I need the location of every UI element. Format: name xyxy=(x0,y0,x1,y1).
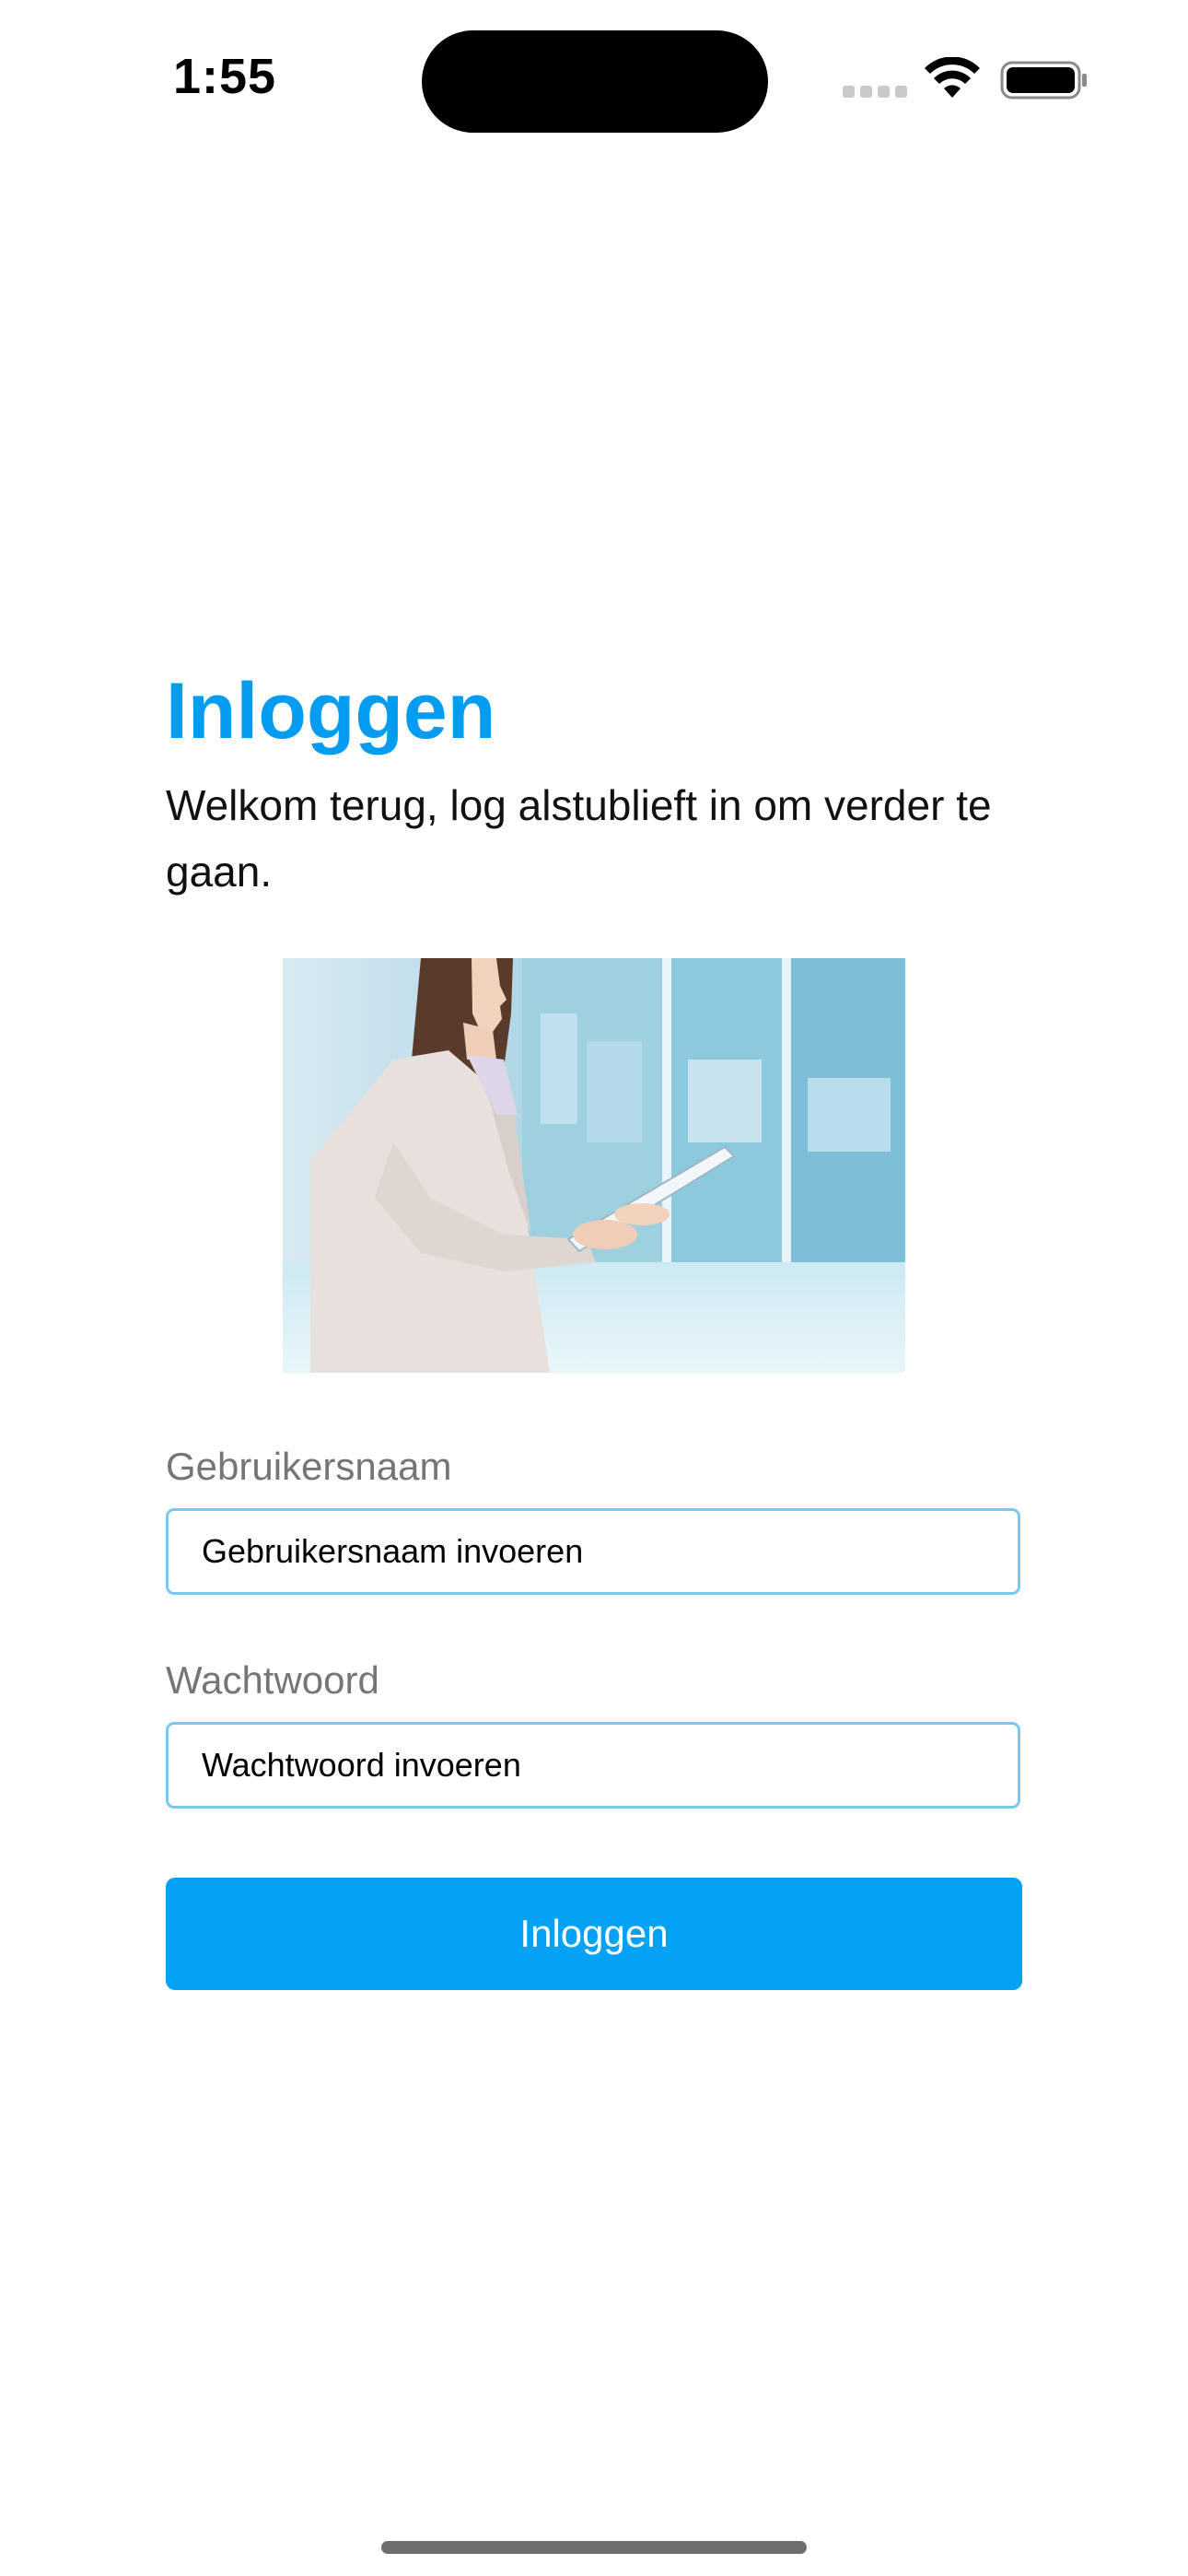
home-indicator[interactable] xyxy=(381,2541,807,2554)
welcome-subtitle: Welkom terug, log alstublieft in om verd… xyxy=(166,781,992,896)
cellular-signal-icon xyxy=(843,86,907,98)
wifi-icon xyxy=(925,57,980,98)
battery-icon xyxy=(1000,61,1087,100)
login-button[interactable]: Inloggen xyxy=(166,1878,1022,1990)
page-title: Inloggen xyxy=(166,667,496,755)
password-input[interactable] xyxy=(166,1722,1020,1809)
status-time: 1:55 xyxy=(173,49,277,104)
username-input[interactable] xyxy=(166,1508,1020,1595)
password-label: Wachtwoord xyxy=(166,1658,379,1702)
login-screen: 1:55 Inloggen Welkom terug, log alstubli… xyxy=(0,0,1188,2576)
dynamic-island xyxy=(422,30,768,133)
username-label: Gebruikersnaam xyxy=(166,1445,452,1488)
hero-image xyxy=(283,958,905,1373)
